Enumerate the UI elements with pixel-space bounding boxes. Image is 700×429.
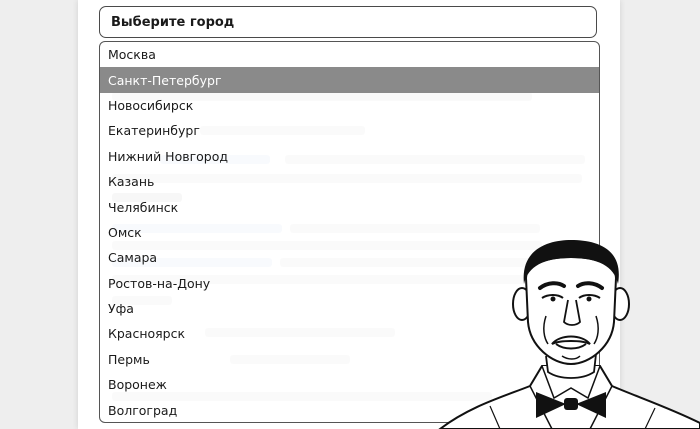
city-select-header[interactable]: Выберите город [99, 6, 597, 38]
not-bad-meme-face-icon [438, 240, 700, 429]
city-option[interactable]: Челябинск [100, 194, 599, 219]
city-option[interactable]: Нижний Новгород [100, 144, 599, 169]
city-option[interactable]: Новосибирск [100, 93, 599, 118]
city-option-selected[interactable]: Санкт-Петербург [100, 67, 599, 93]
city-option[interactable]: Москва [100, 42, 599, 67]
city-option[interactable]: Екатеринбург [100, 118, 599, 143]
city-select-label: Выберите город [111, 14, 235, 30]
city-option[interactable]: Казань [100, 169, 599, 194]
